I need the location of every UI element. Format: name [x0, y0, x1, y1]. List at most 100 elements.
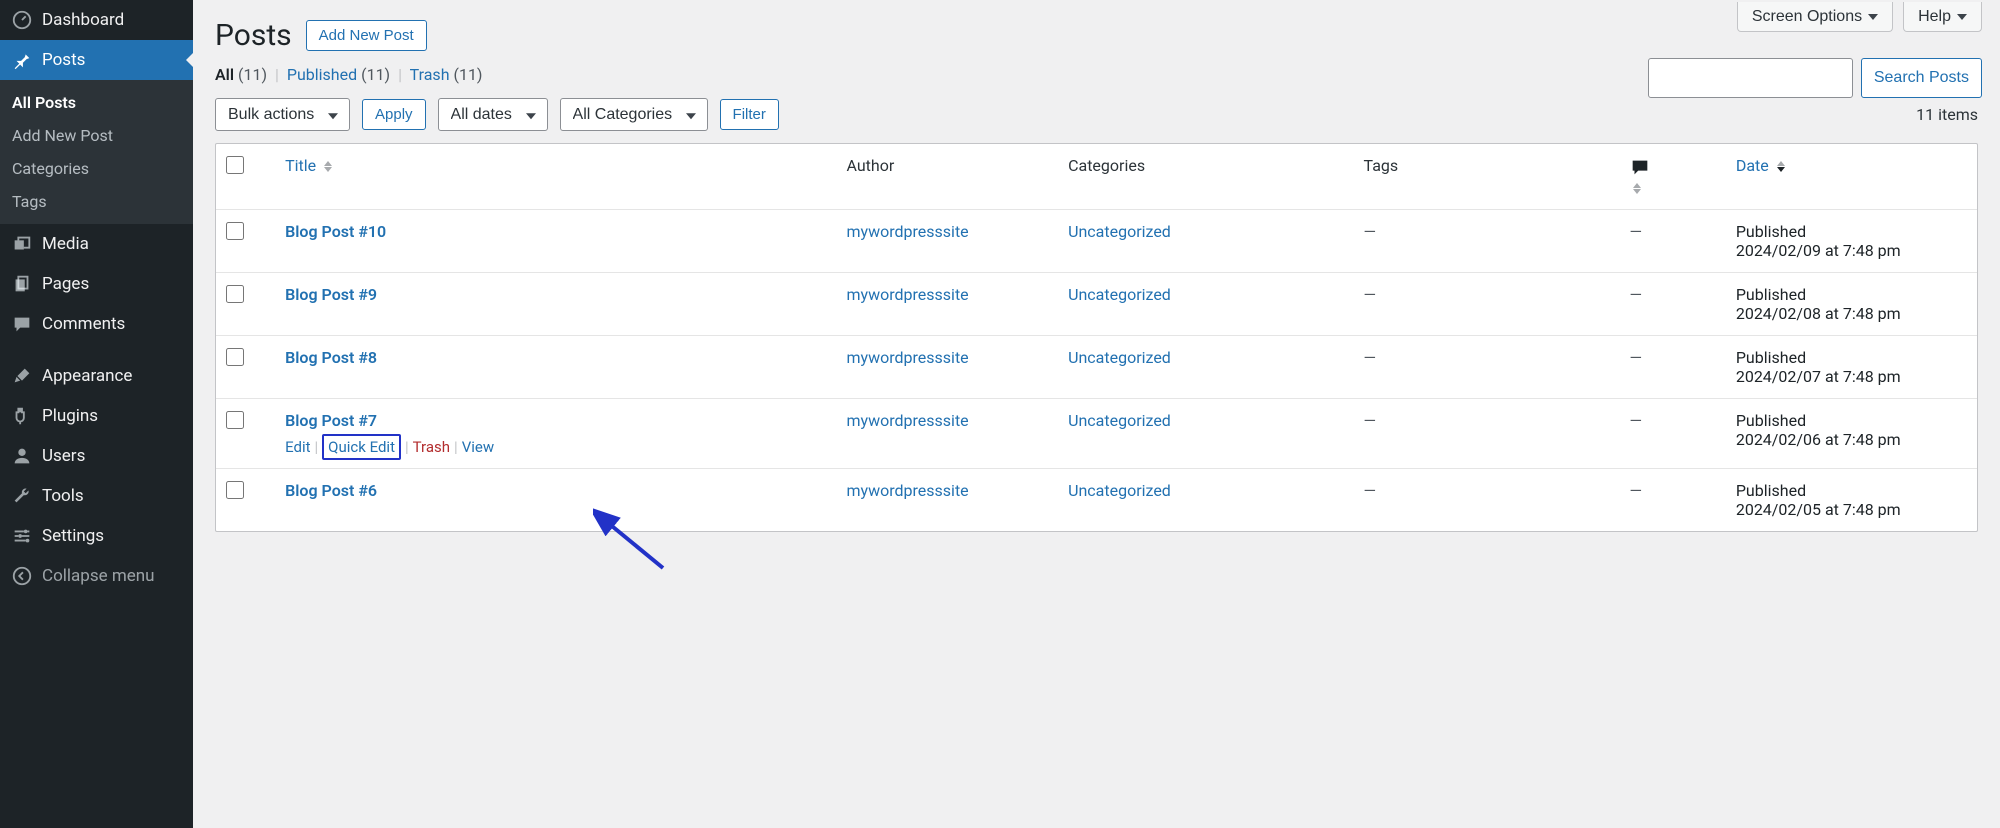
row-select-checkbox[interactable]	[226, 348, 244, 366]
post-title-link[interactable]: Blog Post #9	[285, 285, 377, 304]
sidebar-item-label: Comments	[42, 314, 125, 334]
post-comments-count: —	[1629, 222, 1642, 241]
sidebar-item-label: Users	[42, 446, 85, 466]
sidebar-item-pages[interactable]: Pages	[0, 264, 193, 304]
sidebar-item-label: Media	[42, 234, 89, 254]
filter-trash-count: (11)	[453, 65, 482, 84]
post-title-link[interactable]: Blog Post #7	[285, 411, 377, 430]
submenu-item-all-posts[interactable]: All Posts	[0, 86, 193, 119]
post-category-link[interactable]: Uncategorized	[1068, 481, 1171, 500]
collapse-icon	[10, 564, 34, 588]
filter-published-count: (11)	[361, 65, 390, 84]
sidebar-item-posts[interactable]: Posts	[0, 40, 193, 80]
main-content: Screen Options Help Posts Add New Post A…	[193, 0, 2000, 828]
post-author-link[interactable]: mywordpresssite	[846, 348, 968, 367]
pages-icon	[10, 272, 34, 296]
table-row: Blog Post #10 mywordpresssite Uncategorize…	[216, 210, 1977, 273]
post-category-link[interactable]: Uncategorized	[1068, 348, 1171, 367]
post-author-link[interactable]: mywordpresssite	[846, 411, 968, 430]
post-category-link[interactable]: Uncategorized	[1068, 285, 1171, 304]
wrench-icon	[10, 484, 34, 508]
add-new-post-button[interactable]: Add New Post	[306, 20, 427, 51]
column-comments[interactable]	[1619, 144, 1725, 210]
row-action-trash[interactable]: Trash	[413, 438, 450, 456]
post-date: Published2024/02/06 at 7:48 pm	[1726, 399, 1977, 469]
filter-trash[interactable]: Trash	[410, 65, 450, 84]
post-category-link[interactable]: Uncategorized	[1068, 411, 1171, 430]
dashboard-icon	[10, 8, 34, 32]
post-tags: —	[1364, 411, 1377, 430]
column-title-sort[interactable]: Title	[285, 156, 332, 175]
filter-all[interactable]: All	[215, 65, 238, 84]
post-tags: —	[1364, 348, 1377, 367]
post-date: Published2024/02/05 at 7:48 pm	[1726, 469, 1977, 532]
sidebar-item-settings[interactable]: Settings	[0, 516, 193, 556]
chevron-down-icon	[1957, 14, 1967, 20]
post-comments-count: —	[1629, 348, 1642, 367]
sort-arrows-icon	[324, 161, 332, 172]
bulk-actions-select[interactable]: Bulk actions	[215, 98, 350, 131]
sidebar-item-tools[interactable]: Tools	[0, 476, 193, 516]
row-select-checkbox[interactable]	[226, 411, 244, 429]
post-date: Published2024/02/08 at 7:48 pm	[1726, 273, 1977, 336]
table-row: Blog Post #8 mywordpresssite Uncategorized…	[216, 336, 1977, 399]
post-title-link[interactable]: Blog Post #8	[285, 348, 377, 367]
chevron-down-icon	[1868, 14, 1878, 20]
sidebar-item-label: Plugins	[42, 406, 98, 426]
submenu-item-tags[interactable]: Tags	[0, 185, 193, 218]
sidebar-item-collapse[interactable]: Collapse menu	[0, 556, 193, 596]
sidebar-item-label: Posts	[42, 50, 85, 70]
sidebar-item-label: Dashboard	[42, 10, 124, 30]
filter-button[interactable]: Filter	[720, 99, 779, 130]
page-title: Posts	[215, 18, 292, 53]
search-posts-button[interactable]: Search Posts	[1861, 58, 1982, 98]
submenu-item-add-new-post[interactable]: Add New Post	[0, 119, 193, 152]
post-title-link[interactable]: Blog Post #10	[285, 222, 386, 241]
comment-icon	[10, 312, 34, 336]
sidebar-item-plugins[interactable]: Plugins	[0, 396, 193, 436]
date-filter-select[interactable]: All dates	[438, 98, 548, 131]
post-tags: —	[1364, 222, 1377, 241]
search-posts-input[interactable]	[1648, 58, 1853, 98]
row-select-checkbox[interactable]	[226, 285, 244, 303]
posts-table-wrapper: Title Author Categories Tags	[215, 143, 1978, 532]
column-date-sort[interactable]: Date	[1736, 156, 1785, 175]
row-action-edit[interactable]: Edit	[285, 438, 310, 456]
post-author-link[interactable]: mywordpresssite	[846, 222, 968, 241]
table-row: Blog Post #9 mywordpresssite Uncategorized…	[216, 273, 1977, 336]
post-comments-count: —	[1629, 411, 1642, 430]
submenu-item-categories[interactable]: Categories	[0, 152, 193, 185]
row-action-view[interactable]: View	[462, 438, 494, 456]
filter-all-count: (11)	[238, 65, 267, 84]
sidebar-item-media[interactable]: Media	[0, 224, 193, 264]
admin-sidebar: Dashboard Posts All Posts Add New Post C…	[0, 0, 193, 828]
row-action-quick-edit[interactable]: Quick Edit	[322, 434, 401, 460]
post-comments-count: —	[1629, 481, 1642, 500]
sidebar-item-dashboard[interactable]: Dashboard	[0, 0, 193, 40]
sliders-icon	[10, 524, 34, 548]
post-tags: —	[1364, 481, 1377, 500]
post-date: Published2024/02/07 at 7:48 pm	[1726, 336, 1977, 399]
media-icon	[10, 232, 34, 256]
sidebar-item-comments[interactable]: Comments	[0, 304, 193, 344]
sidebar-item-label: Tools	[42, 486, 84, 506]
comment-icon	[1629, 156, 1651, 178]
row-actions: Edit|Quick Edit|Trash|View	[285, 438, 826, 456]
sidebar-item-appearance[interactable]: Appearance	[0, 356, 193, 396]
select-all-checkbox[interactable]	[226, 156, 244, 174]
screen-options-toggle[interactable]: Screen Options	[1737, 2, 1893, 32]
filter-published[interactable]: Published	[287, 65, 357, 84]
post-title-link[interactable]: Blog Post #6	[285, 481, 377, 500]
row-select-checkbox[interactable]	[226, 481, 244, 499]
sidebar-item-users[interactable]: Users	[0, 436, 193, 476]
post-category-link[interactable]: Uncategorized	[1068, 222, 1171, 241]
row-select-checkbox[interactable]	[226, 222, 244, 240]
help-toggle[interactable]: Help	[1903, 2, 1982, 32]
post-author-link[interactable]: mywordpresssite	[846, 285, 968, 304]
category-filter-select[interactable]: All Categories	[560, 98, 708, 131]
sidebar-item-label: Appearance	[42, 366, 132, 386]
post-comments-count: —	[1629, 285, 1642, 304]
post-author-link[interactable]: mywordpresssite	[846, 481, 968, 500]
apply-bulk-button[interactable]: Apply	[362, 99, 426, 130]
sort-arrows-icon	[1633, 183, 1641, 194]
